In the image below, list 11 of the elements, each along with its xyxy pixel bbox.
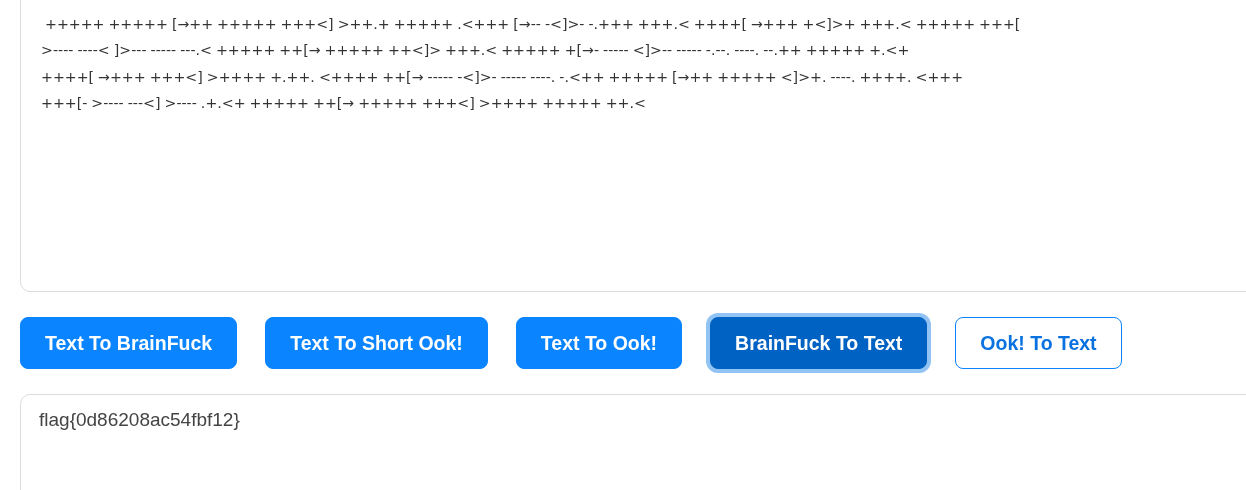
convert-button[interactable]: Text To Ook! — [515, 317, 683, 369]
convert-button[interactable]: Text To BrainFuck — [20, 317, 238, 369]
code-field[interactable] — [20, 0, 1246, 292]
convert-button[interactable]: Ook! To Text — [955, 317, 1122, 369]
code-line: ++++[ →+++ +++<] >++++ +.++. <++++ ++[→ ----- -<]>- ----- ----. -.<++ +++++ [→++ +++++ <]>+. ----. ++++. <+++ — [41, 67, 965, 87]
code-line: >---- ----< ]>--- ----- ---.< +++++ ++[→ +++++ ++<]> +++.< +++++ +[→- ----- <]>-- ----- -.--. ----. --.++ +++++ +.<+ — [41, 41, 911, 61]
convert-button[interactable]: Text To Short Ook! — [265, 317, 488, 369]
output-text: flag{0d86208ac54fbf12} — [39, 409, 240, 430]
code-line: +++++ +++++ [→++ +++++ +++<] >++.+ +++++ .<+++ [→-- -<]>- -.+++ +++.< ++++[ →+++ +<]>+ +++.< +++++ +++[ — [44, 15, 1022, 34]
output-field[interactable]: flag{0d86208ac54fbf12} — [20, 394, 1246, 490]
code-line: +++[- >---- ---<] >---- .+.<+ +++++ ++[→ +++++ +++<] >++++ +++++ ++.< — [41, 94, 647, 114]
